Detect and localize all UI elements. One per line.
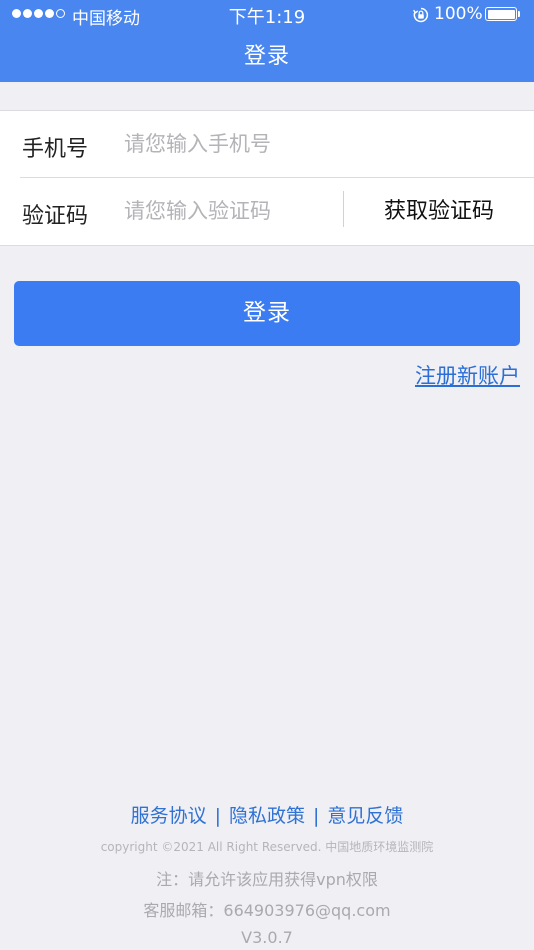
battery-percentage: 100%	[434, 4, 483, 24]
login-button[interactable]: 登录	[14, 281, 520, 346]
get-code-button[interactable]: 获取验证码	[344, 178, 534, 245]
code-label: 验证码	[22, 204, 89, 229]
verification-code-input[interactable]	[124, 190, 334, 232]
phone-label: 手机号	[22, 137, 89, 162]
page-title: 登录	[243, 44, 290, 69]
code-row: 验证码 获取验证码	[0, 178, 534, 245]
top-bar: 中国移动 下午1:19 100% 登录	[0, 0, 534, 82]
app-version: V3.0.7	[241, 928, 293, 947]
support-email: 客服邮箱：664903976@qq.com	[143, 901, 391, 920]
privacy-policy-link[interactable]: 隐私政策	[229, 805, 305, 827]
battery-tip	[518, 11, 520, 17]
vpn-note: 注：请允许该应用获得vpn权限	[156, 870, 378, 889]
phone-input[interactable]	[124, 123, 504, 165]
status-bar: 中国移动 下午1:19 100%	[0, 0, 534, 30]
login-form: 手机号 验证码 获取验证码	[0, 110, 534, 246]
feedback-link[interactable]: 意见反馈	[327, 805, 403, 827]
footer-separator: |	[214, 805, 221, 827]
footer-links: 服务协议 | 隐私政策 | 意见反馈	[0, 801, 534, 828]
battery-fill	[487, 9, 515, 19]
battery-icon	[485, 7, 517, 21]
rotation-lock-icon	[412, 6, 430, 24]
phone-row: 手机号	[0, 111, 534, 178]
footer-separator: |	[313, 805, 320, 827]
service-agreement-link[interactable]: 服务协议	[131, 805, 207, 827]
copyright-text: copyright ©2021 All Right Reserved. 中国地质…	[100, 840, 434, 854]
register-link[interactable]: 注册新账户	[415, 360, 520, 390]
